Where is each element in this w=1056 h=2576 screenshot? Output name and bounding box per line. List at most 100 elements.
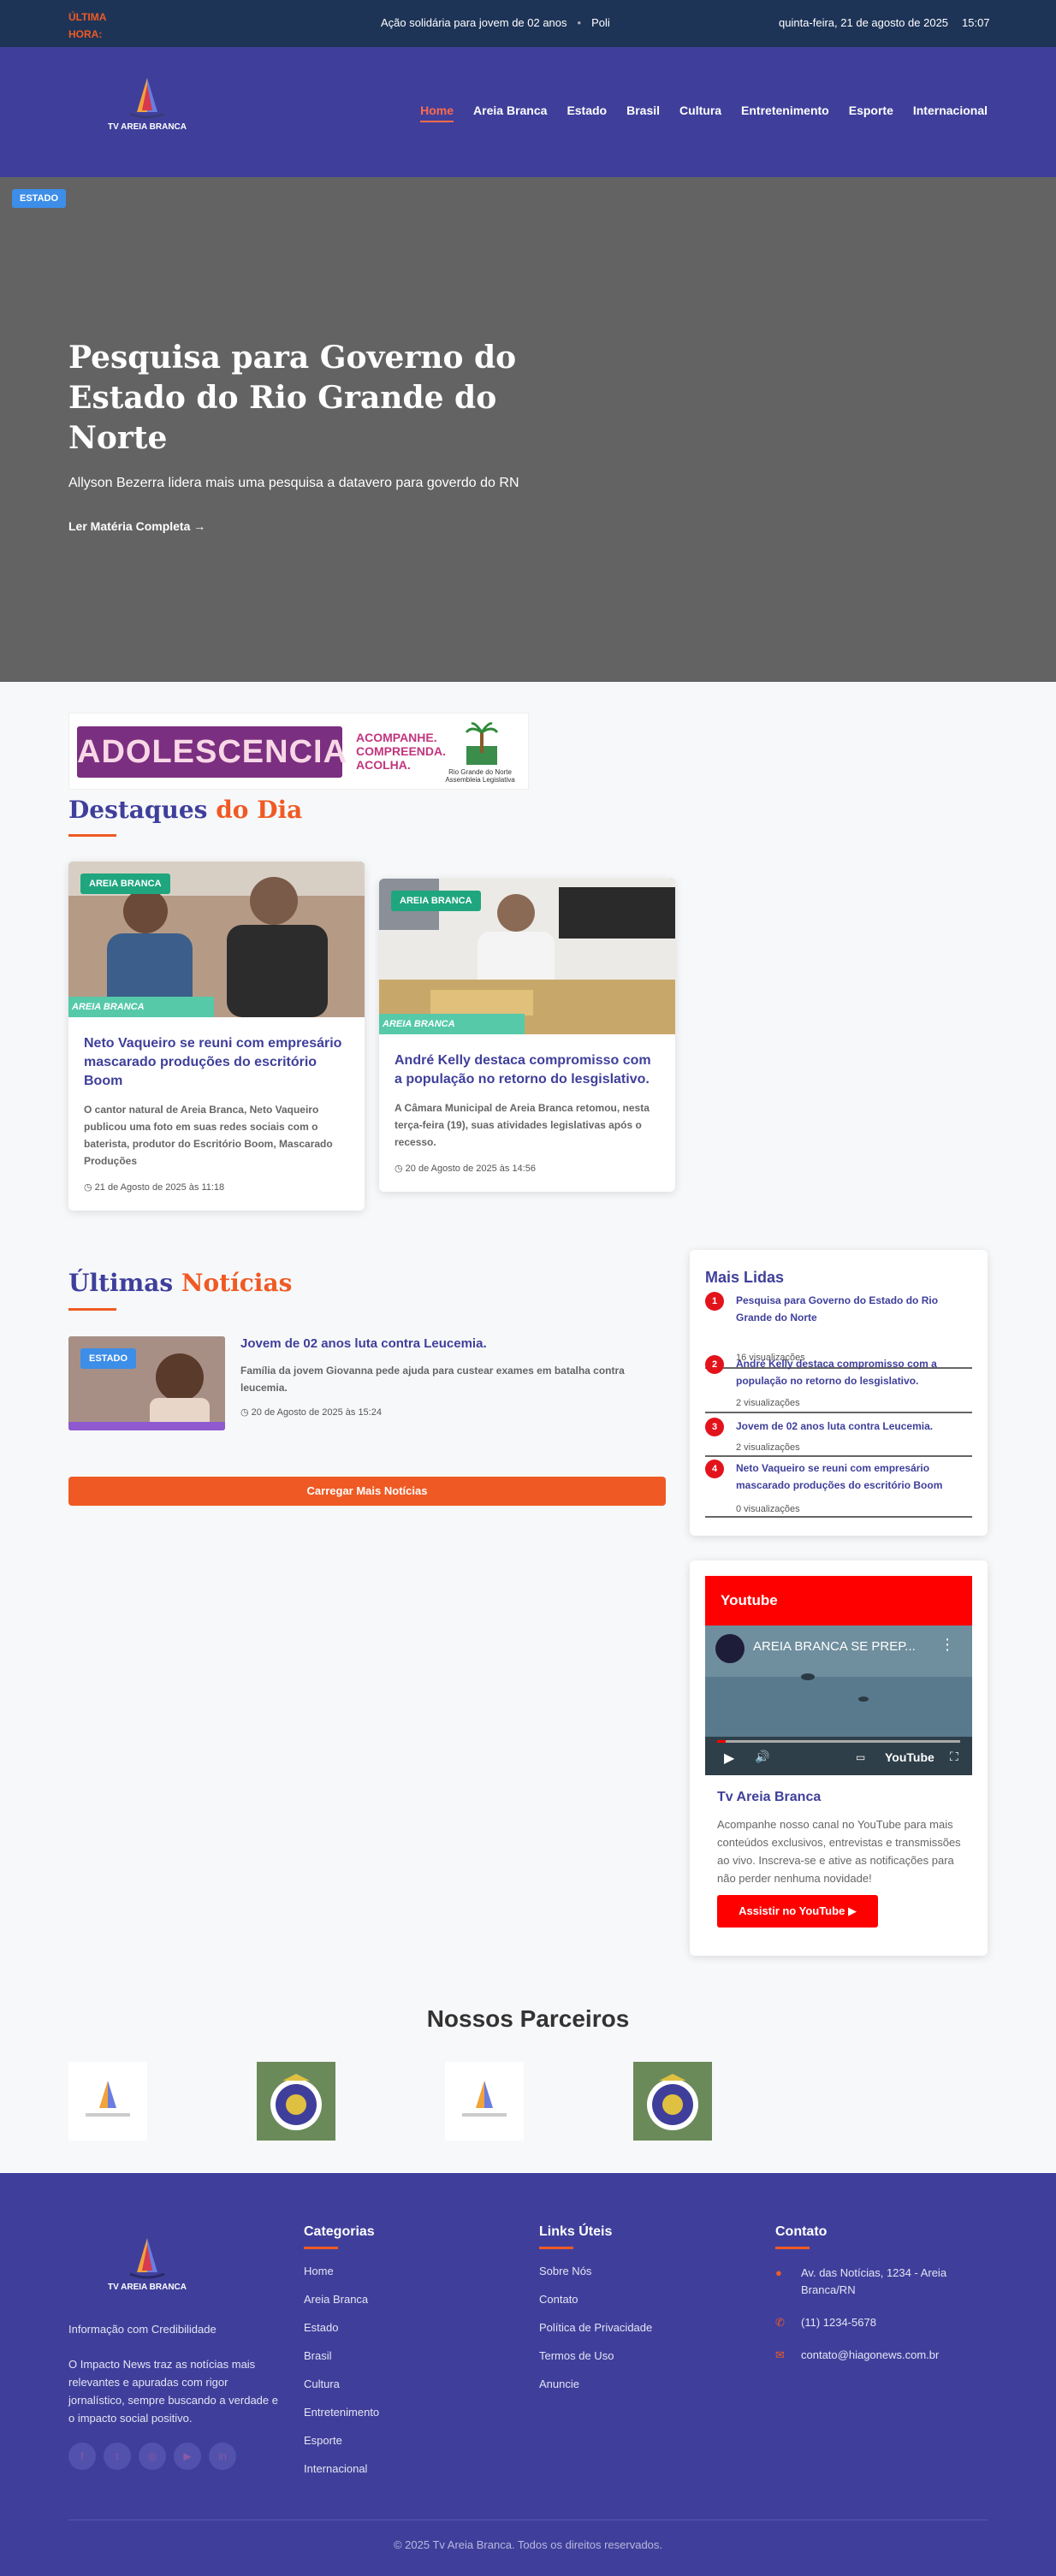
hero-subtitle: Allyson Bezerra lidera mais uma pesquisa… [68,476,519,490]
news-card-image[interactable]: AREIA BRANCA AREIA BRANCA [379,879,675,1034]
logo-sail-icon [462,2081,507,2117]
play-icon[interactable]: ▶ [724,1750,734,1767]
highlights-title-accent: do Dia [216,796,303,824]
footer-link-contato[interactable]: Contato [539,2293,652,2306]
youtube-brand[interactable]: YouTube [885,1750,934,1764]
news-ticker[interactable]: Ação solidária para jovem de 02 anos • Pol… [381,16,610,29]
banner-organization: Rio Grande do Norte Assembleia Legislati… [445,768,515,784]
partner-logo-tv-areia-branca[interactable] [68,2062,147,2141]
youtube-icon[interactable]: ▶ [174,2443,201,2470]
load-more-button[interactable]: Carregar Mais Notícias [68,1477,666,1506]
contact-phone[interactable]: ✆ (11) 1234-5678 [775,2314,988,2331]
most-read-item[interactable]: 2 André Kelly destaca compromisso com a … [705,1355,972,1413]
rank-number: 2 [705,1355,724,1374]
nav-home[interactable]: Home [420,104,454,122]
nav-entretenimento[interactable]: Entretenimento [741,104,829,122]
nav-estado[interactable]: Estado [567,104,607,122]
hero-title[interactable]: Pesquisa para Governo do Estado do Rio G… [68,338,565,459]
footer-link-brasil[interactable]: Brasil [304,2349,379,2362]
news-card-image[interactable]: AREIA BRANCA AREIA BRANCA [68,862,365,1017]
watch-on-youtube-label: Assistir no YouTube [739,1904,845,1917]
latest-news-date-text: 20 de Agosto de 2025 às 15:24 [251,1407,382,1418]
card-category-badge[interactable]: AREIA BRANCA [80,873,170,894]
most-read-item[interactable]: 3 Jovem de 02 anos luta contra Leucemia.… [705,1418,972,1457]
nav-areia-branca[interactable]: Areia Branca [473,104,547,122]
youtube-widget: Youtube AREIA BRANCA SE PREP... ⋮ ▶ 🔊 ▭ … [690,1560,988,1956]
youtube-video-player[interactable]: AREIA BRANCA SE PREP... ⋮ ▶ 🔊 ▭ YouTube … [705,1626,972,1775]
most-read-headline[interactable]: Jovem de 02 anos luta contra Leucemia. [736,1418,967,1435]
footer-link-termos[interactable]: Termos de Uso [539,2349,652,2362]
linkedin-icon[interactable]: in [209,2443,236,2470]
latest-news-item[interactable]: ESTADO Jovem de 02 anos luta contra Leuc… [68,1336,667,1430]
more-options-icon[interactable]: ⋮ [940,1636,955,1654]
latest-news-headline[interactable]: Jovem de 02 anos luta contra Leucemia. [240,1336,487,1351]
twitter-icon[interactable]: t [104,2443,131,2470]
site-footer: TV AREIA BRANCA Informação com Credibili… [0,2173,1056,2576]
watch-on-youtube-button[interactable]: Assistir no YouTube ▶ [717,1895,878,1928]
current-date: quinta-feira, 21 de agosto de 2025 [779,16,949,29]
latest-news-title-main: Últimas [68,1269,174,1297]
card-image-caption: AREIA BRANCA [379,1014,525,1034]
banner-tagline-line: ACOMPANHE. [356,731,437,744]
volume-icon[interactable]: 🔊 [755,1750,769,1764]
footer-link-cultura[interactable]: Cultura [304,2378,379,2390]
partner-logo-seal[interactable] [257,2062,335,2141]
latest-category-badge[interactable]: ESTADO [80,1348,137,1369]
footer-tagline: Informação com Credibilidade [68,2323,217,2336]
ticker-item[interactable]: Poli [591,16,610,29]
site-logo[interactable]: TV AREIA BRANCA [104,73,190,141]
clock-icon: ◷ [395,1164,403,1174]
latest-news-title-accent: Notícias [181,1269,293,1297]
footer-link-anuncie[interactable]: Anuncie [539,2378,652,2390]
footer-link-entretenimento[interactable]: Entretenimento [304,2406,379,2419]
news-card[interactable]: AREIA BRANCA AREIA BRANCA André Kelly de… [379,879,675,1192]
footer-underline [539,2247,573,2249]
footer-logo[interactable]: TV AREIA BRANCA [104,2233,190,2301]
most-read-item[interactable]: 4 Neto Vaqueiro se reuni com empresário … [705,1460,972,1518]
nav-brasil[interactable]: Brasil [626,104,660,122]
contact-email[interactable]: ✉ contato@hiagonews.com.br [775,2347,988,2364]
fullscreen-icon[interactable]: ⛶ [950,1750,958,1764]
footer-link-privacidade[interactable]: Política de Privacidade [539,2321,652,2334]
captions-icon[interactable]: ▭ [856,1751,865,1763]
nav-esporte[interactable]: Esporte [849,104,893,122]
hero-category-badge[interactable]: ESTADO [12,189,67,208]
footer-link-internacional[interactable]: Internacional [304,2462,379,2475]
footer-link-sobre[interactable]: Sobre Nós [539,2265,652,2277]
news-card[interactable]: AREIA BRANCA AREIA BRANCA Neto Vaqueiro … [68,862,365,1211]
card-category-badge[interactable]: AREIA BRANCA [391,891,481,911]
footer-about: O Impacto News traz as notícias mais rel… [68,2358,278,2425]
channel-avatar[interactable] [715,1634,745,1663]
view-count: 2 visualizações [736,1398,800,1408]
banner-tagline-line: COMPREENDA. [356,744,447,758]
ad-banner[interactable]: ADOLESCENCIA ACOMPANHE. COMPREENDA. ACOL… [68,713,529,790]
partner-logo-seal[interactable] [633,2062,712,2141]
card-title[interactable]: André Kelly destaca compromisso com a po… [395,1051,660,1089]
nav-cultura[interactable]: Cultura [679,104,721,122]
footer-link-esporte[interactable]: Esporte [304,2434,379,2447]
instagram-icon[interactable]: ◎ [139,2443,166,2470]
contact-phone-text[interactable]: (11) 1234-5678 [801,2314,876,2331]
clock-icon: ◷ [240,1407,249,1418]
footer-categories-title: Categorias [304,2224,375,2239]
ticker-item[interactable]: Ação solidária para jovem de 02 anos [381,16,567,29]
footer-contact: Contato ● Av. das Notícias, 1234 - Areia … [775,2224,988,2364]
nav-internacional[interactable]: Internacional [913,104,988,122]
facebook-icon[interactable]: f [68,2443,96,2470]
video-title[interactable]: AREIA BRANCA SE PREP... [753,1639,916,1654]
most-read-headline[interactable]: Neto Vaqueiro se reuni com empresário ma… [736,1460,967,1494]
footer-link-estado[interactable]: Estado [304,2321,379,2334]
footer-underline [775,2247,810,2249]
partner-logo-tv-areia-branca[interactable] [445,2062,524,2141]
card-title[interactable]: Neto Vaqueiro se reuni com empresário ma… [84,1034,349,1091]
latest-news-image[interactable]: ESTADO [68,1336,225,1430]
footer-link-home[interactable]: Home [304,2265,379,2277]
most-read-headline[interactable]: André Kelly destaca compromisso com a po… [736,1355,967,1389]
footer-link-areia-branca[interactable]: Areia Branca [304,2293,379,2306]
footer-useful-links: Links Úteis Sobre Nós Contato Política d… [539,2224,652,2390]
read-full-article-link[interactable]: Ler Matéria Completa → [68,519,205,533]
contact-email-text[interactable]: contato@hiagonews.com.br [801,2347,939,2364]
rank-number: 4 [705,1460,724,1478]
most-read-headline[interactable]: Pesquisa para Governo do Estado do Rio G… [736,1292,967,1326]
hero-banner[interactable]: ESTADO Pesquisa para Governo do Estado d… [0,177,1056,682]
